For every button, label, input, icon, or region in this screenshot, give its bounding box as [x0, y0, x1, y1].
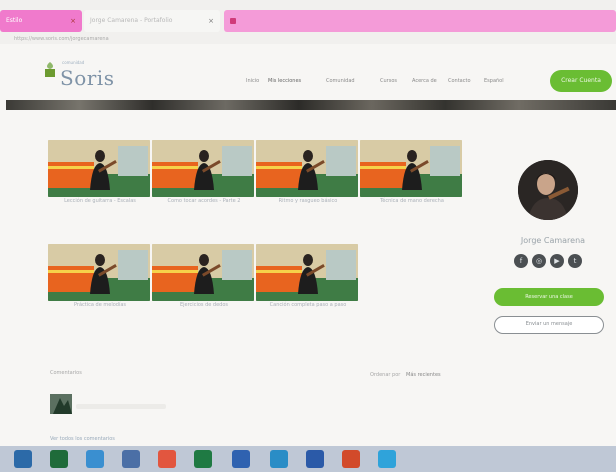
- nav-item-inicio[interactable]: Inicio: [246, 78, 259, 84]
- tab-label: Jorge Camarena - Portafolio: [90, 17, 173, 24]
- outlook-icon[interactable]: [232, 450, 250, 468]
- instagram-icon[interactable]: ◎: [532, 254, 546, 268]
- start-icon[interactable]: [14, 450, 32, 468]
- avatar[interactable]: [518, 160, 578, 220]
- sort-label: Ordenar por: [370, 372, 401, 378]
- reviews-label: Comentarios: [50, 370, 82, 376]
- send-message-button[interactable]: Enviar un mensaje: [494, 316, 604, 334]
- nav-item-idioma[interactable]: Español: [484, 78, 504, 84]
- excel-icon[interactable]: [194, 450, 212, 468]
- video-thumbnail[interactable]: [360, 140, 462, 197]
- word-icon[interactable]: [306, 450, 324, 468]
- logo-leaf-icon: [45, 62, 55, 77]
- edge-icon[interactable]: [270, 450, 288, 468]
- video-card[interactable]: Canción completa paso a paso: [256, 244, 360, 309]
- profile-name: Jorge Camarena: [520, 236, 586, 245]
- browser-tab-2[interactable]: Jorge Camarena - Portafolio ×: [84, 10, 220, 32]
- video-title[interactable]: Canción completa paso a paso: [256, 301, 360, 309]
- video-thumbnail[interactable]: [48, 140, 150, 197]
- video-title[interactable]: Práctica de melodías: [48, 301, 152, 309]
- video-card[interactable]: Práctica de melodías: [48, 244, 152, 309]
- store-icon[interactable]: [50, 450, 68, 468]
- site-logo[interactable]: Soris: [60, 66, 114, 90]
- nav-item-mis-lecciones[interactable]: Mis lecciones: [268, 78, 301, 84]
- video-thumbnail[interactable]: [256, 244, 358, 301]
- youtube-icon[interactable]: ▶: [550, 254, 564, 268]
- nav-item-contacto[interactable]: Contacto: [448, 78, 471, 84]
- video-title[interactable]: Lección de guitarra - Escalas: [48, 197, 152, 205]
- nav-item-cursos[interactable]: Cursos: [380, 78, 397, 84]
- browser-tab-1[interactable]: Estilo ×: [0, 10, 82, 32]
- favicon-icon: [230, 18, 236, 24]
- video-card[interactable]: Ritmo y rasgueo básico: [256, 140, 360, 205]
- book-class-button[interactable]: Reservar una clase: [494, 288, 604, 306]
- address-bar[interactable]: https://www.soris.com/jorgecamarena: [14, 36, 109, 42]
- video-title[interactable]: Ritmo y rasgueo básico: [256, 197, 360, 205]
- nav-item-comunidad[interactable]: Comunidad: [326, 78, 355, 84]
- header-banner: [6, 100, 616, 110]
- video-title[interactable]: Como tocar acordes - Parte 2: [152, 197, 256, 205]
- video-title[interactable]: Técnica de mano derecha: [360, 197, 464, 205]
- files-icon[interactable]: [86, 450, 104, 468]
- mail-icon[interactable]: [122, 450, 140, 468]
- powerpoint-icon[interactable]: [342, 450, 360, 468]
- tab-label: Estilo: [6, 17, 23, 24]
- video-thumbnail[interactable]: [48, 244, 150, 301]
- review-text-placeholder: [76, 404, 166, 409]
- chrome-icon[interactable]: [158, 450, 176, 468]
- close-icon[interactable]: ×: [208, 10, 214, 32]
- video-thumbnail[interactable]: [152, 140, 254, 197]
- review-thumbnail[interactable]: [50, 394, 72, 414]
- create-account-button[interactable]: Crear Cuenta: [550, 70, 612, 92]
- browser-tab-3[interactable]: [224, 10, 616, 32]
- avatar-image: [518, 160, 578, 220]
- nav-item-acerca[interactable]: Acerca de: [412, 78, 437, 84]
- video-thumbnail[interactable]: [152, 244, 254, 301]
- video-thumbnail[interactable]: [256, 140, 358, 197]
- video-card[interactable]: Técnica de mano derecha: [360, 140, 464, 205]
- video-card[interactable]: Como tocar acordes - Parte 2: [152, 140, 256, 205]
- facebook-icon[interactable]: f: [514, 254, 528, 268]
- close-icon[interactable]: ×: [70, 10, 76, 32]
- skype-icon[interactable]: [378, 450, 396, 468]
- twitter-icon[interactable]: t: [568, 254, 582, 268]
- video-card[interactable]: Lección de guitarra - Escalas: [48, 140, 152, 205]
- logo-tagline: comunidad: [62, 60, 85, 65]
- video-title[interactable]: Ejercicios de dedos: [152, 301, 256, 309]
- all-reviews-link[interactable]: Ver todos los comentarios: [50, 436, 115, 442]
- sort-select[interactable]: Más recientes: [406, 372, 441, 378]
- video-card[interactable]: Ejercicios de dedos: [152, 244, 256, 309]
